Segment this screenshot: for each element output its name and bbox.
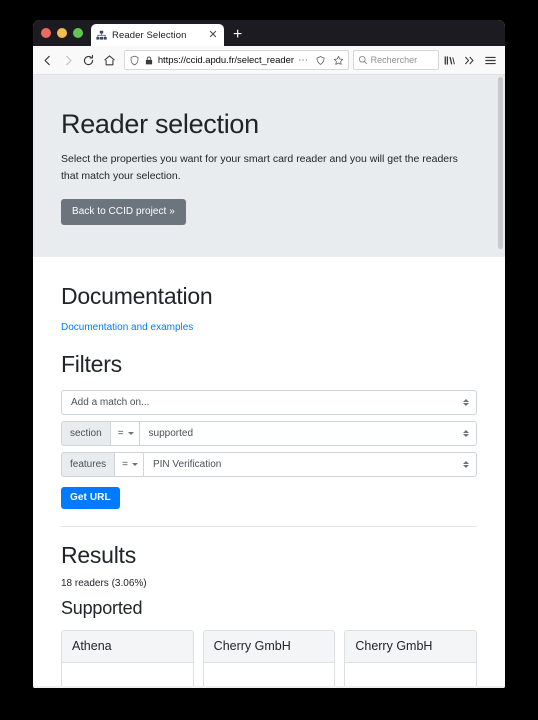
- search-icon: [358, 55, 368, 65]
- filter-operator-value: =: [122, 459, 128, 471]
- keyboard-reader-photo: [70, 671, 185, 687]
- reader-card-grid: Athena Cherry GmbH Cherry GmbH: [61, 629, 478, 687]
- chevron-down-icon: [131, 463, 138, 467]
- scrollbar-thumb[interactable]: [498, 77, 503, 249]
- window-bottom-edge: [33, 686, 505, 688]
- window-traffic-lights: [38, 20, 91, 46]
- page-content: Reader selection Select the properties y…: [33, 75, 505, 687]
- ellipsis-icon[interactable]: ⋯: [298, 55, 309, 66]
- documentation-heading: Documentation: [61, 283, 213, 309]
- add-a-match-on-select[interactable]: Add a match on...: [61, 390, 477, 416]
- hamburger-menu-icon[interactable]: [481, 50, 500, 71]
- star-icon[interactable]: [333, 55, 344, 66]
- documentation-and-examples-link[interactable]: Documentation and examples: [61, 322, 193, 333]
- section-divider: [61, 526, 477, 528]
- chevron-double-right-icon[interactable]: [460, 50, 479, 71]
- close-window-button[interactable]: [41, 28, 51, 38]
- tab-title: Reader Selection: [112, 29, 187, 41]
- page-title: Reader selection: [61, 109, 259, 139]
- results-count-text: 18 readers (3.06%): [61, 577, 147, 589]
- url-text: https://ccid.apdu.fr/select_readers/?s: [157, 54, 294, 66]
- close-icon[interactable]: ✕: [207, 29, 219, 41]
- chevron-down-icon: [127, 432, 134, 436]
- filter-field-label-section: section: [61, 421, 110, 447]
- filter-operator-select-section[interactable]: =: [109, 421, 139, 447]
- arrow-right-icon: [58, 50, 77, 71]
- filter-row: features = PIN Verification: [61, 452, 477, 478]
- filters-heading: Filters: [61, 350, 122, 377]
- filter-value-text: PIN Verification: [152, 459, 222, 471]
- filter-value-select-features[interactable]: PIN Verification: [142, 452, 477, 478]
- filters-form: Add a match on... section = supported fe…: [61, 390, 477, 510]
- filter-field-label-features: features: [61, 452, 115, 478]
- shield-icon[interactable]: [129, 55, 140, 66]
- supported-subheading: Supported: [61, 597, 143, 618]
- filter-value-text: supported: [148, 428, 194, 440]
- reader-card[interactable]: Cherry GmbH: [344, 629, 478, 687]
- chevron-updown-icon: [463, 399, 469, 407]
- browser-tab-reader-selection[interactable]: Reader Selection ✕: [91, 24, 224, 46]
- get-url-button[interactable]: Get URL: [61, 487, 120, 510]
- browser-window: Reader Selection ✕ + https://ccid.apdu.f…: [33, 20, 505, 688]
- home-icon[interactable]: [99, 50, 118, 71]
- results-heading: Results: [61, 542, 136, 569]
- reader-card-vendor: Athena: [62, 630, 193, 663]
- pinpad-reader-photo: CHERRY: [212, 671, 327, 687]
- reader-card[interactable]: Athena: [61, 629, 194, 687]
- reader-card[interactable]: Cherry GmbH CHERRY: [202, 629, 336, 687]
- sitemap-icon: [96, 30, 107, 41]
- reader-card-image: CHERRY: [204, 663, 335, 687]
- library-icon[interactable]: [440, 50, 459, 71]
- main-content: Documentation Documentation and examples…: [33, 257, 505, 687]
- add-a-match-on-value: Add a match on...: [71, 397, 150, 409]
- reload-icon[interactable]: [79, 50, 98, 71]
- search-bar[interactable]: Rechercher: [352, 50, 439, 70]
- results-section: Results 18 readers (3.06%) Supported Ath…: [61, 542, 478, 687]
- reader-mode-icon[interactable]: [315, 55, 326, 66]
- filter-operator-select-features[interactable]: =: [114, 452, 143, 478]
- reader-card-vendor: Cherry GmbH: [345, 630, 477, 663]
- page-viewport: Reader selection Select the properties y…: [33, 75, 505, 687]
- filter-operator-value: =: [117, 428, 124, 440]
- reader-card-image: [62, 663, 193, 687]
- broken-image-placeholder: [353, 671, 468, 687]
- back-to-ccid-project-button[interactable]: Back to CCID project »: [61, 199, 186, 226]
- hero-jumbotron: Reader selection Select the properties y…: [33, 75, 505, 257]
- reader-card-vendor: Cherry GmbH: [203, 630, 335, 663]
- new-tab-button[interactable]: +: [224, 24, 251, 46]
- filter-value-select-section[interactable]: supported: [138, 421, 477, 447]
- search-input[interactable]: Rechercher: [371, 55, 418, 65]
- minimize-window-button[interactable]: [57, 28, 67, 38]
- filter-row: Add a match on...: [61, 390, 477, 416]
- page-scrollbar[interactable]: [496, 75, 505, 687]
- tab-strip: Reader Selection ✕ +: [33, 20, 505, 46]
- lock-icon[interactable]: [144, 55, 154, 66]
- url-bar[interactable]: https://ccid.apdu.fr/select_readers/?s ⋯: [123, 50, 349, 70]
- filter-row: section = supported: [61, 421, 477, 447]
- reader-card-image: [345, 663, 476, 687]
- navigation-toolbar: https://ccid.apdu.fr/select_readers/?s ⋯…: [33, 46, 505, 75]
- maximize-window-button[interactable]: [73, 28, 83, 38]
- chevron-updown-icon: [463, 461, 469, 469]
- arrow-left-icon[interactable]: [38, 50, 57, 71]
- hero-lead-text: Select the properties you want for your …: [61, 153, 458, 183]
- chevron-updown-icon: [463, 430, 469, 438]
